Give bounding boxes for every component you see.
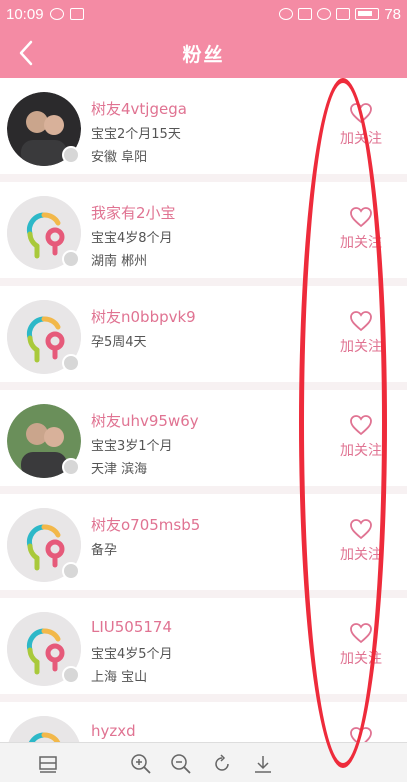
image-icon — [69, 8, 84, 20]
location: 湖南 郴州 — [91, 254, 148, 269]
level-badge-icon — [62, 562, 80, 580]
zoom-out-icon[interactable] — [170, 753, 192, 775]
shield-icon — [49, 8, 64, 20]
fan-name[interactable]: 树友o705msb5 — [91, 514, 200, 535]
level-badge-icon — [62, 146, 80, 164]
fan-row[interactable]: 树友o705msb5 备孕 加关注 — [0, 494, 407, 598]
baby-status: 宝宝3岁1个月 — [91, 439, 173, 454]
mute-icon — [298, 8, 313, 20]
fan-row[interactable]: 树友n0bbpvk9 孕5周4天 加关注 — [0, 286, 407, 390]
location: 上海 宝山 — [91, 670, 148, 685]
download-icon[interactable] — [252, 753, 274, 775]
fan-row[interactable]: 我家有2小宝宝宝4岁8个月 湖南 郴州 加关注 — [0, 182, 407, 286]
back-arrow-icon[interactable] — [14, 40, 40, 66]
follow-button[interactable]: 加关注 — [331, 310, 391, 356]
follow-button[interactable]: 加关注 — [331, 414, 391, 460]
fan-name[interactable]: LIU505174 — [91, 618, 172, 636]
bottom-toolbar — [0, 742, 407, 782]
header: 粉丝 — [0, 28, 407, 78]
follow-button[interactable]: 加关注 — [331, 206, 391, 252]
follow-button[interactable]: 加关注 — [331, 622, 391, 668]
follow-button[interactable] — [331, 726, 391, 742]
fan-name[interactable]: 我家有2小宝 — [91, 202, 176, 223]
signal-icon — [336, 8, 351, 20]
level-badge-icon — [62, 666, 80, 684]
follow-label: 加关注 — [340, 651, 382, 667]
fan-row[interactable]: 树友uhv95w6y 宝宝3岁1个月 天津 滨海 加关注 — [0, 390, 407, 494]
fan-name[interactable]: 树友n0bbpvk9 — [91, 306, 196, 327]
heart-icon — [331, 726, 391, 742]
rotate-icon[interactable] — [211, 753, 233, 775]
follow-label: 加关注 — [340, 235, 382, 251]
baby-status: 孕5周4天 — [91, 335, 147, 350]
baby-status: 备孕 — [91, 543, 118, 558]
baby-status: 宝宝4岁8个月 — [91, 231, 173, 246]
fan-row[interactable]: LIU505174 宝宝4岁5个月 上海 宝山 加关注 — [0, 598, 407, 702]
baby-status: 宝宝2个月15天 — [91, 127, 181, 142]
level-badge-icon — [62, 250, 80, 268]
heart-icon — [331, 518, 391, 540]
follow-label: 加关注 — [340, 339, 382, 355]
page-title: 粉丝 — [182, 43, 225, 66]
follow-label: 加关注 — [340, 443, 382, 459]
heart-icon — [331, 102, 391, 124]
heart-icon — [331, 206, 391, 228]
fan-row[interactable]: hyzxd — [0, 702, 407, 742]
heart-icon — [331, 622, 391, 644]
fan-name[interactable]: 树友4vtjgega — [91, 98, 187, 119]
follow-button[interactable]: 加关注 — [331, 102, 391, 148]
fan-list[interactable]: 树友4vtjgega 宝宝2个月15天 安徽 阜阳 加关注 我家有2小宝 宝宝4岁8个月湖… — [0, 78, 407, 742]
wifi-icon — [317, 8, 332, 20]
level-badge-icon — [62, 458, 80, 476]
follow-label: 加关注 — [340, 547, 382, 563]
location: 安徽 阜阳 — [91, 150, 148, 165]
status-time: 10:09 — [6, 5, 44, 23]
alarm-icon — [279, 8, 294, 20]
heart-icon — [331, 310, 391, 332]
fan-name[interactable]: hyzxd — [91, 722, 136, 740]
fan-row[interactable]: 树友4vtjgega 宝宝2个月15天 安徽 阜阳 加关注 — [0, 78, 407, 182]
battery-level: 78 — [384, 5, 401, 23]
location: 天津 滨海 — [91, 462, 148, 477]
follow-button[interactable]: 加关注 — [331, 518, 391, 564]
level-badge-icon — [62, 354, 80, 372]
baby-status: 宝宝4岁5个月 — [91, 647, 173, 662]
avatar[interactable] — [7, 716, 81, 742]
fan-name[interactable]: 树友uhv95w6y — [91, 410, 199, 431]
layout-icon[interactable] — [37, 753, 59, 775]
battery-icon — [355, 8, 380, 20]
heart-icon — [331, 414, 391, 436]
status-bar: 10:09 78 — [0, 0, 407, 28]
zoom-in-icon[interactable] — [130, 753, 152, 775]
follow-label: 加关注 — [340, 131, 382, 147]
